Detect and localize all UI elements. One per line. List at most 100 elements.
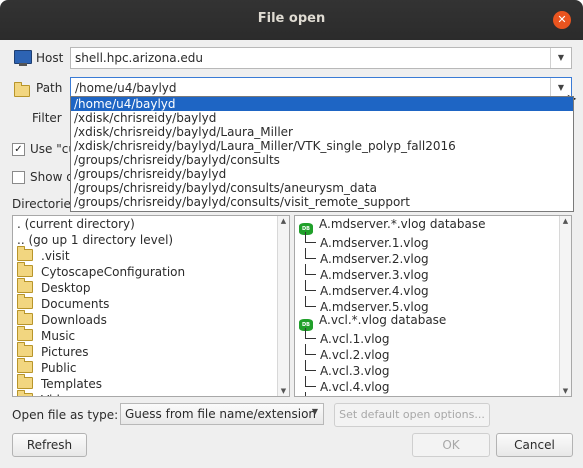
files-list[interactable]: DB A.mdserver.*.vlog database A.mdserver.1…	[294, 215, 572, 397]
open-as-combo[interactable]: Guess from file name/extension ▼	[120, 403, 324, 425]
folder-icon	[17, 278, 33, 293]
file-item[interactable]: A.vcl.5.vlog	[295, 392, 571, 397]
scroll-down-icon[interactable]: ▼	[560, 386, 571, 396]
file-item[interactable]: A.mdserver.1.vlog	[295, 232, 571, 250]
directory-item[interactable]: Templates	[13, 374, 289, 392]
path-option[interactable]: /groups/chrisreidy/baylyd/consults/aneur…	[71, 181, 573, 195]
tree-branch-icon	[305, 392, 316, 396]
scroll-up-icon[interactable]: ▲	[278, 216, 289, 226]
tree-branch-icon	[305, 280, 316, 291]
cancel-button[interactable]: Cancel	[496, 433, 573, 457]
chevron-down-icon[interactable]: ▼	[550, 48, 571, 68]
directories-items: . (current directory) .. (go up 1 directo…	[13, 216, 289, 396]
close-icon[interactable]: ✕	[553, 11, 571, 29]
file-name: A.mdserver.*.vlog database	[319, 217, 486, 231]
file-item[interactable]: A.mdserver.4.vlog	[295, 280, 571, 298]
file-item[interactable]: A.vcl.4.vlog	[295, 376, 571, 394]
file-item[interactable]: A.mdserver.2.vlog	[295, 248, 571, 266]
directory-item[interactable]: .. (go up 1 directory level)	[13, 232, 289, 248]
path-option[interactable]: /groups/chrisreidy/baylyd/consults/visit…	[71, 195, 573, 209]
folder-icon	[17, 262, 33, 277]
file-name: A.vcl.5.vlog	[320, 396, 390, 397]
path-option[interactable]: /xdisk/chrisreidy/baylyd	[71, 111, 573, 125]
show-checkbox[interactable]	[12, 171, 25, 184]
open-as-label: Open file as type:	[12, 408, 119, 422]
directory-item[interactable]: . (current directory)	[13, 216, 289, 232]
directories-scrollbar[interactable]: ▲ ▼	[277, 216, 289, 396]
folder-icon	[17, 358, 33, 373]
directory-name: .. (go up 1 directory level)	[17, 233, 174, 247]
scroll-down-icon[interactable]: ▼	[278, 386, 289, 396]
ok-button[interactable]: OK	[412, 433, 490, 457]
directories-list[interactable]: . (current directory) .. (go up 1 directo…	[12, 215, 290, 397]
monitor-icon	[14, 50, 32, 66]
file-item[interactable]: DB A.mdserver.*.vlog database	[295, 216, 571, 235]
tree-branch-icon	[305, 360, 316, 371]
path-dropdown-items: /home/u4/baylyd/xdisk/chrisreidy/baylyd /…	[71, 97, 573, 209]
directory-item[interactable]: Pictures	[13, 342, 289, 360]
directory-item[interactable]: Documents	[13, 294, 289, 312]
directory-name: . (current directory)	[17, 217, 135, 231]
folder-icon	[14, 82, 30, 97]
path-option[interactable]: /xdisk/chrisreidy/baylyd/Laura_Miller/VT…	[71, 139, 573, 153]
files-items: DB A.mdserver.*.vlog database A.mdserver.1…	[295, 216, 571, 397]
folder-icon	[17, 326, 33, 341]
refresh-button[interactable]: Refresh	[12, 433, 87, 457]
filter-label: Filter	[32, 111, 62, 125]
path-dropdown[interactable]: /home/u4/baylyd/xdisk/chrisreidy/baylyd /…	[70, 96, 574, 212]
directory-item[interactable]: .visit	[13, 246, 289, 264]
path-option[interactable]: /xdisk/chrisreidy/baylyd/Laura_Miller	[71, 125, 573, 139]
directory-item[interactable]: Downloads	[13, 310, 289, 328]
set-default-options-button[interactable]: Set default open options...	[334, 403, 490, 427]
folder-icon	[17, 342, 33, 357]
tree-branch-icon	[305, 248, 316, 259]
use-current-checkbox[interactable]: ✓	[12, 143, 25, 156]
host-combo[interactable]: shell.hpc.arizona.edu ▼	[70, 47, 572, 69]
directory-item[interactable]: Videos	[13, 390, 289, 396]
file-item[interactable]: A.mdserver.5.vlog	[295, 296, 571, 314]
folder-icon	[17, 390, 33, 396]
path-option[interactable]: /home/u4/baylyd	[71, 97, 573, 111]
tree-branch-icon	[305, 344, 316, 355]
directory-name: CytoscapeConfiguration	[41, 265, 186, 279]
tree-branch-icon	[305, 296, 316, 307]
tree-branch-icon	[305, 232, 316, 243]
files-scrollbar[interactable]: ▲ ▼	[559, 216, 571, 396]
directory-name: Downloads	[41, 313, 107, 327]
tree-branch-icon	[305, 376, 316, 387]
file-item[interactable]: DB A.vcl.*.vlog database	[295, 312, 571, 331]
file-item[interactable]: A.mdserver.3.vlog	[295, 264, 571, 282]
host-label: Host	[36, 51, 64, 65]
folder-icon	[17, 374, 33, 389]
directory-item[interactable]: Public	[13, 358, 289, 376]
directory-name: Documents	[41, 297, 110, 311]
scroll-up-icon[interactable]: ▲	[560, 216, 571, 226]
open-as-value: Guess from file name/extension	[125, 407, 317, 421]
tree-branch-icon	[305, 264, 316, 275]
directory-item[interactable]: Desktop	[13, 278, 289, 296]
directory-item[interactable]: CytoscapeConfiguration	[13, 262, 289, 280]
directory-name: Music	[41, 329, 76, 343]
directories-label: Directories	[12, 197, 78, 211]
directory-name: Desktop	[41, 281, 91, 295]
directory-item[interactable]: Music	[13, 326, 289, 344]
directory-name: Videos	[41, 393, 81, 396]
directory-name: Pictures	[41, 345, 89, 359]
file-item[interactable]: A.vcl.3.vlog	[295, 360, 571, 378]
path-option[interactable]: /groups/chrisreidy/baylyd	[71, 167, 573, 181]
file-name: A.vcl.*.vlog database	[319, 313, 447, 327]
folder-icon	[17, 246, 33, 261]
file-item[interactable]: A.vcl.2.vlog	[295, 344, 571, 362]
show-label: Show d	[30, 170, 74, 184]
path-label: Path	[36, 81, 63, 95]
window-title: File open	[257, 11, 326, 26]
chevron-down-icon[interactable]: ▼	[312, 407, 318, 416]
file-open-dialog: File open ✕ Host shell.hpc.arizona.edu ▼…	[0, 0, 583, 468]
directory-name: .visit	[41, 249, 70, 263]
folder-icon	[17, 310, 33, 325]
title-bar[interactable]: File open ✕	[0, 0, 583, 40]
tree-branch-icon	[305, 328, 316, 339]
file-item[interactable]: A.vcl.1.vlog	[295, 328, 571, 346]
path-option[interactable]: /groups/chrisreidy/baylyd/consults	[71, 153, 573, 167]
path-value: /home/u4/baylyd	[75, 81, 177, 95]
